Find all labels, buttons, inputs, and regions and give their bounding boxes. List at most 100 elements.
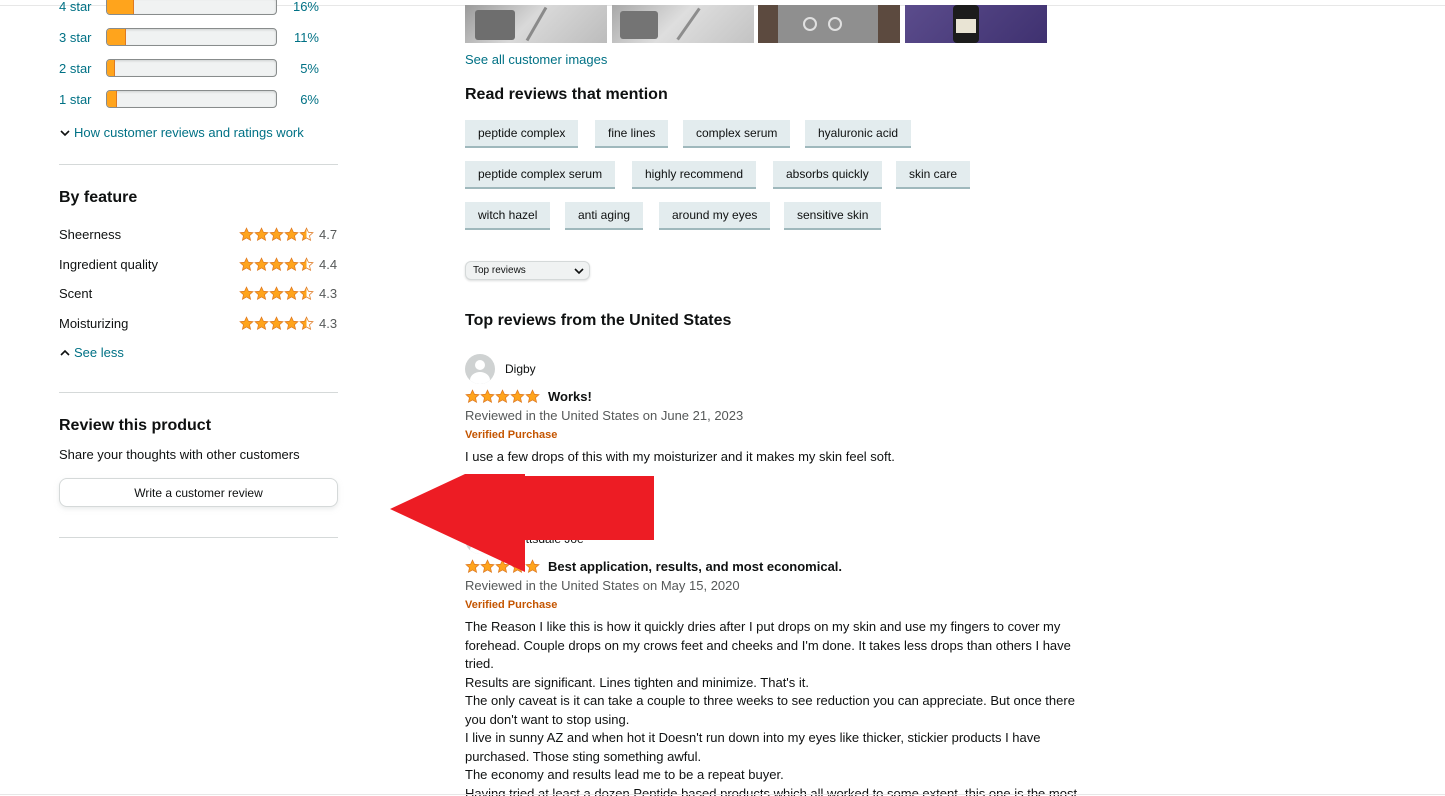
mention-chip[interactable]: peptide complex serum: [465, 161, 616, 189]
mention-chip[interactable]: absorbs quickly: [773, 161, 882, 189]
star-icon: [239, 226, 254, 241]
review-body: I use a few drops of this with my moistu…: [465, 449, 895, 464]
review-rating[interactable]: Works!: [465, 389, 592, 404]
feature-stars: [239, 256, 314, 272]
avatar: [465, 354, 495, 384]
star-icon: [269, 285, 284, 300]
mentions-title: Read reviews that mention: [465, 86, 668, 103]
review-title[interactable]: Works!: [548, 389, 592, 404]
review-product-title: Review this product: [59, 417, 212, 434]
divider: [59, 164, 338, 165]
by-feature-title: By feature: [59, 189, 138, 206]
star-icon: [269, 226, 284, 241]
histogram-row[interactable]: 1 star 6%: [59, 88, 319, 110]
histogram-bar: [106, 59, 277, 77]
chevron-up-icon: [60, 349, 70, 356]
star-icon: [239, 285, 254, 300]
mention-chip[interactable]: complex serum: [683, 120, 791, 148]
histogram-bar: [106, 0, 277, 15]
feature-stars: [239, 226, 314, 242]
mention-chip[interactable]: peptide complex: [465, 120, 579, 148]
chevron-down-icon: [60, 129, 70, 136]
star-icon: [269, 315, 284, 330]
star-icon: [495, 389, 510, 403]
see-all-images-link[interactable]: See all customer images: [465, 52, 607, 67]
feature-name: Scent: [59, 285, 93, 301]
feature-name: Sheerness: [59, 226, 122, 242]
histogram-percent: 6%: [300, 91, 319, 107]
write-review-button[interactable]: Write a customer review: [59, 478, 338, 507]
review-body-line: you don't want to stop using.: [465, 711, 630, 727]
histogram-bar: [106, 28, 277, 46]
star-icon: [239, 315, 254, 330]
star-icon: [254, 315, 269, 330]
mention-chip[interactable]: around my eyes: [659, 202, 771, 230]
bottom-divider: [0, 794, 1445, 795]
star-icon: [269, 256, 284, 271]
review-date: Reviewed in the United States on May 15,…: [465, 578, 740, 593]
sort-select-value: Top reviews: [473, 265, 526, 276]
verified-purchase: Verified Purchase: [465, 599, 558, 611]
how-reviews-work-label: How customer reviews and ratings work: [74, 125, 304, 140]
histogram-star-label: 3 star: [59, 29, 92, 45]
divider: [59, 537, 338, 538]
review-body-line: forehead. Couple drops on my crows feet …: [465, 637, 1071, 653]
mention-chip[interactable]: sensitive skin: [784, 202, 882, 230]
feature-score: 4.3: [319, 285, 338, 301]
histogram-row[interactable]: 4 star 16%: [59, 0, 319, 17]
star-icon: [239, 256, 254, 271]
histogram-percent: 11%: [293, 29, 319, 45]
star-icon: [525, 389, 540, 403]
mention-chip[interactable]: fine lines: [595, 120, 669, 148]
mention-chip[interactable]: skin care: [896, 161, 971, 189]
mention-chip[interactable]: anti aging: [565, 202, 644, 230]
star-icon: [465, 389, 480, 403]
customer-image[interactable]: [465, 5, 607, 43]
review-body-line: The Reason I like this is how it quickly…: [465, 619, 1061, 634]
star-icon: [254, 226, 269, 241]
see-less-link[interactable]: See less: [59, 345, 124, 360]
feature-name: Moisturizing: [59, 315, 129, 331]
histogram-percent: 5%: [300, 60, 319, 76]
mention-chip[interactable]: highly recommend: [632, 161, 757, 189]
mention-chip[interactable]: hyaluronic acid: [805, 120, 912, 148]
feature-score: 4.3: [319, 315, 338, 331]
star-icon: [284, 285, 299, 300]
see-less-label: See less: [74, 345, 124, 360]
review-body-line: The economy and results lead me to be a …: [465, 767, 784, 782]
histogram-fill: [107, 0, 135, 14]
review-author[interactable]: Digby: [505, 362, 536, 376]
histogram-row[interactable]: 2 star 5%: [59, 57, 319, 79]
feature-stars: [239, 315, 314, 331]
mention-chip[interactable]: witch hazel: [465, 202, 551, 230]
feature-row: Scent 4.3: [59, 283, 339, 303]
customer-image[interactable]: [758, 5, 900, 43]
review-body-line: The only caveat is it can take a couple …: [465, 693, 1075, 708]
feature-name: Ingredient quality: [59, 256, 159, 272]
customer-image[interactable]: [612, 5, 754, 43]
star-icon: [299, 256, 314, 271]
review-stars: [465, 389, 540, 404]
star-icon: [284, 256, 299, 271]
review-date: Reviewed in the United States on June 21…: [465, 408, 744, 423]
customer-image[interactable]: [905, 5, 1047, 43]
histogram-fill: [107, 60, 116, 76]
feature-score: 4.4: [319, 256, 338, 272]
divider: [59, 392, 338, 393]
review-product-subtitle: Share your thoughts with other customers: [59, 447, 300, 462]
star-icon: [254, 285, 269, 300]
review-body-line: Results are significant. Lines tighten a…: [465, 674, 810, 690]
verified-purchase: Verified Purchase: [465, 429, 558, 441]
how-reviews-work-link[interactable]: How customer reviews and ratings work: [59, 125, 304, 140]
histogram-fill: [107, 29, 126, 45]
chevron-down-icon: [574, 268, 584, 275]
sort-select[interactable]: Top reviews: [465, 261, 590, 280]
histogram-percent: 16%: [292, 0, 319, 14]
star-icon: [254, 256, 269, 271]
histogram-bar: [106, 90, 277, 108]
star-icon: [510, 389, 525, 403]
review-body-line: tried.: [465, 656, 494, 671]
review-body-line: purchased. Those sting something awful.: [465, 748, 702, 764]
star-icon: [480, 389, 495, 403]
histogram-row[interactable]: 3 star 11%: [59, 26, 319, 48]
